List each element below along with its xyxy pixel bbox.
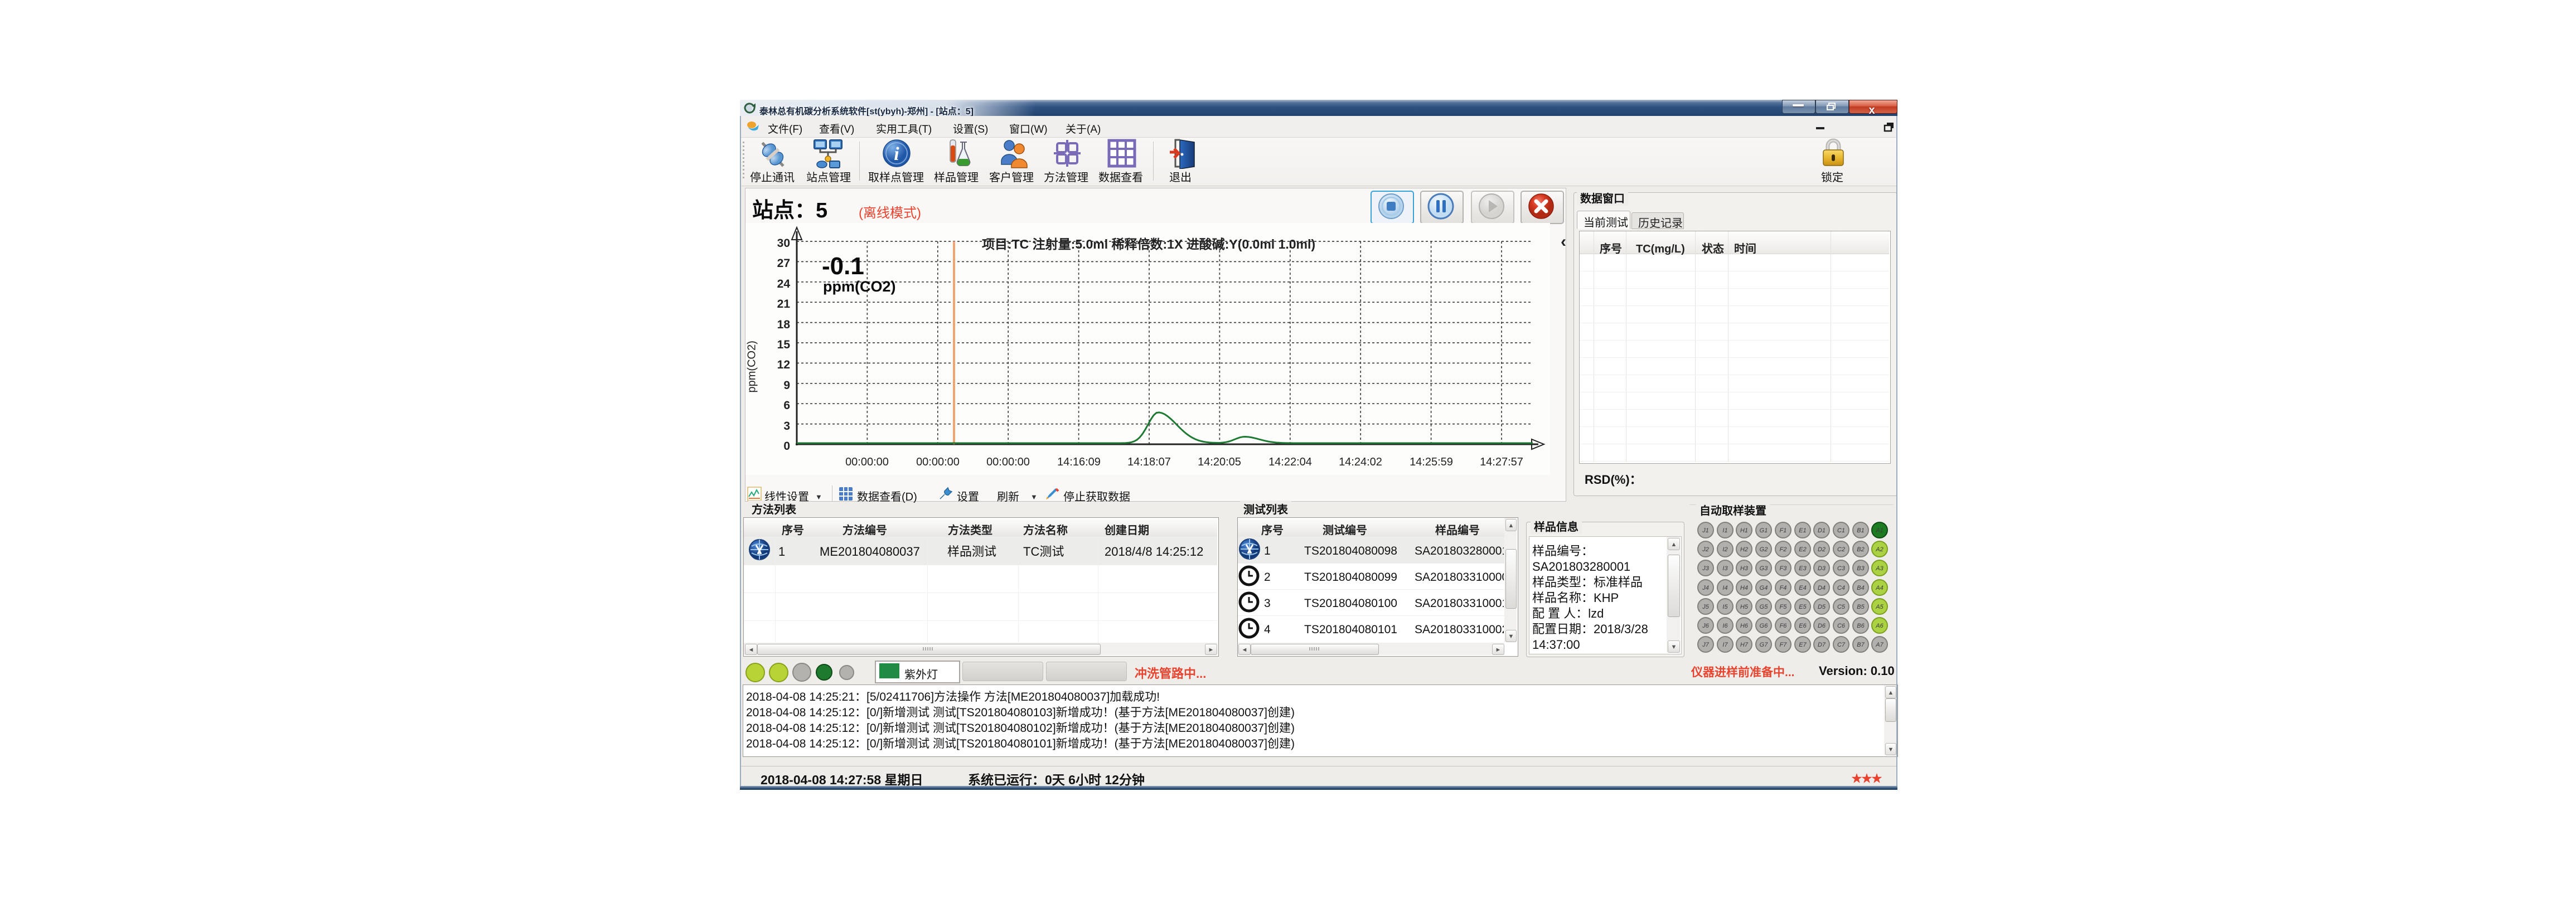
svg-text:i: i (894, 144, 899, 164)
